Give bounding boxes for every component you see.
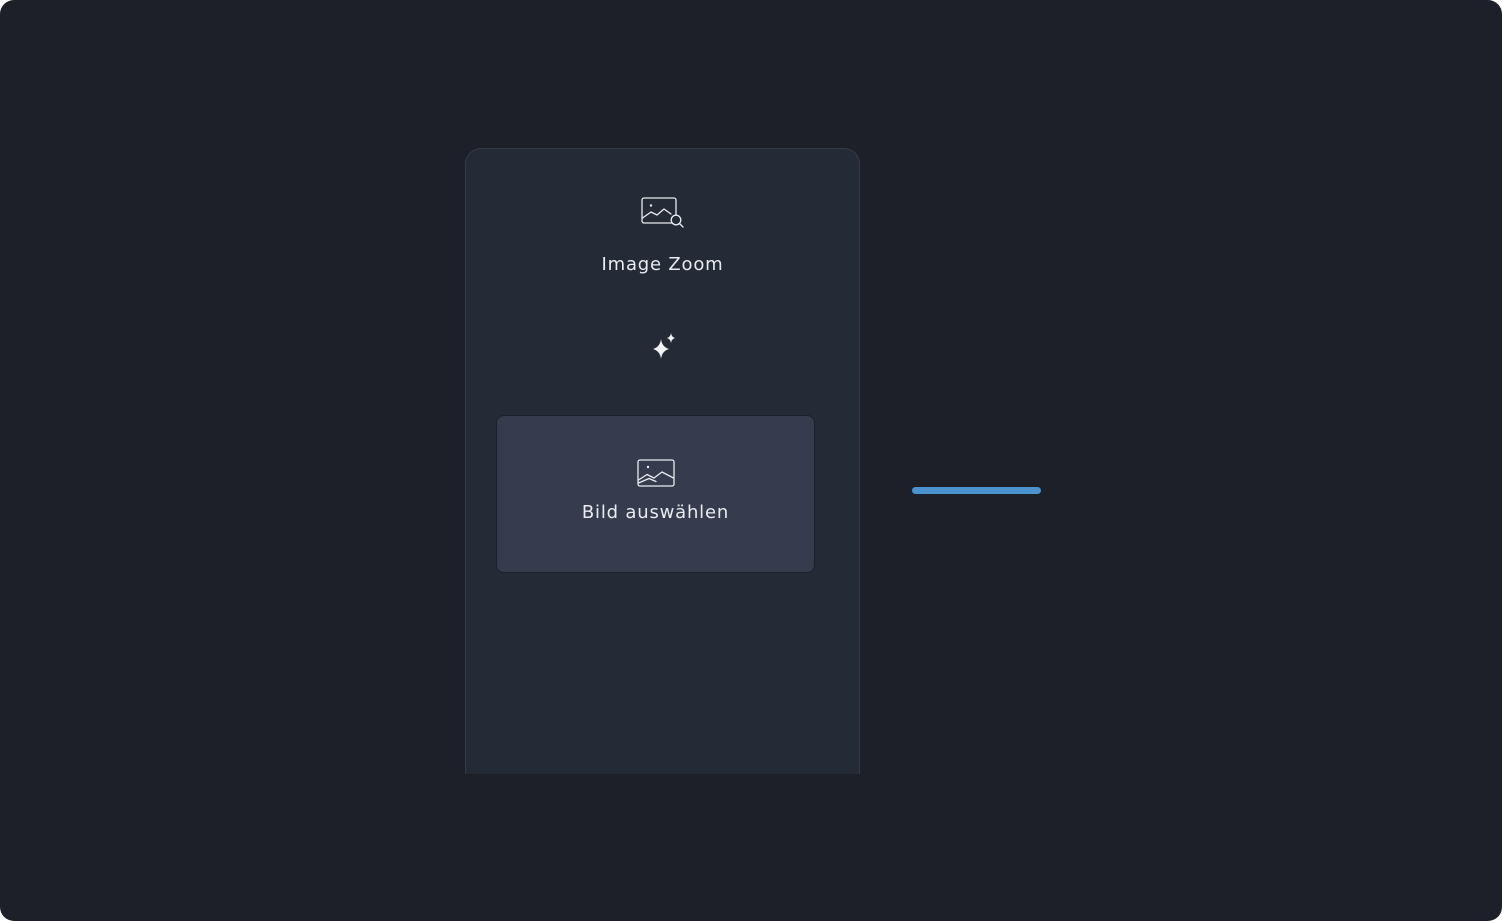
app-title: Image Zoom [601,254,724,275]
main-panel: Image Zoom Bild auswählen [465,148,860,774]
loading-progress-bar [912,487,1041,494]
select-image-button[interactable]: Bild auswählen [496,415,815,573]
app-window: Image Zoom Bild auswählen [0,0,1502,921]
sparkle-icon [653,333,675,359]
image-icon [637,459,675,487]
loading-progress-fill [912,487,1041,494]
image-zoom-icon [641,197,684,228]
select-image-label: Bild auswählen [581,502,730,523]
